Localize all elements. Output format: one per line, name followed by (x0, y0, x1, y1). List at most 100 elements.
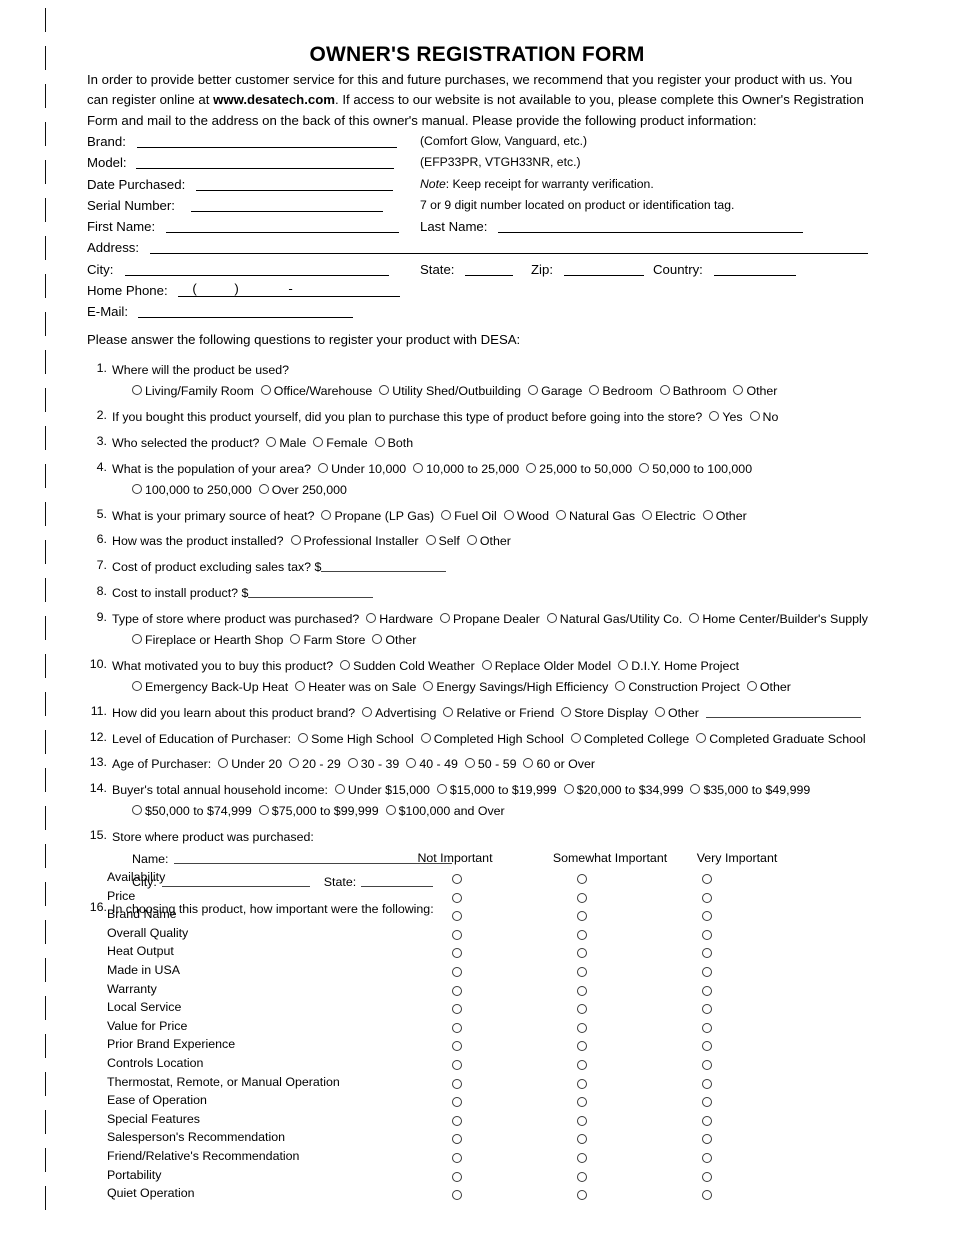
radio-circle-icon[interactable] (561, 706, 572, 717)
radio-circle-icon[interactable] (452, 892, 462, 903)
last-name-input[interactable] (498, 218, 804, 234)
radio-circle-icon[interactable] (528, 385, 539, 396)
matrix-radio-cell[interactable] (452, 1171, 462, 1182)
matrix-radio-cell[interactable] (452, 1097, 462, 1108)
radio-circle-icon[interactable] (258, 805, 269, 816)
radio-circle-icon[interactable] (452, 1041, 462, 1052)
matrix-radio-cell[interactable] (577, 1097, 587, 1108)
radio-option[interactable]: Other (466, 534, 511, 548)
radio-option[interactable]: Bathroom (659, 384, 726, 398)
radio-option[interactable]: Natural Gas (555, 509, 635, 523)
radio-option[interactable]: Professional Installer (290, 534, 419, 548)
radio-circle-icon[interactable] (290, 633, 301, 644)
radio-circle-icon[interactable] (258, 483, 269, 494)
radio-option[interactable]: Other (733, 384, 777, 398)
radio-option[interactable]: Energy Savings/High Efficiency (423, 680, 608, 694)
matrix-radio-cell[interactable] (452, 1004, 462, 1015)
radio-option[interactable]: Self (425, 534, 460, 548)
radio-circle-icon[interactable] (689, 612, 700, 623)
matrix-radio-cell[interactable] (702, 1059, 712, 1070)
radio-circle-icon[interactable] (690, 784, 701, 795)
radio-option[interactable]: $15,000 to $19,999 (436, 783, 557, 797)
radio-option[interactable]: Male (266, 436, 306, 450)
matrix-radio-cell[interactable] (702, 985, 712, 996)
radio-option[interactable]: Garage (528, 384, 582, 398)
matrix-radio-cell[interactable] (452, 911, 462, 922)
radio-option[interactable]: Other (654, 706, 699, 720)
radio-option[interactable]: Construction Project (615, 680, 740, 694)
radio-option[interactable]: Living/Family Room (132, 384, 254, 398)
radio-circle-icon[interactable] (464, 758, 475, 769)
radio-option[interactable]: Fireplace or Hearth Shop (132, 633, 283, 647)
radio-option[interactable]: 100,000 to 250,000 (132, 483, 252, 497)
radio-option[interactable]: Completed College (570, 732, 689, 746)
radio-option[interactable]: Other (372, 633, 416, 647)
matrix-radio-cell[interactable] (702, 1004, 712, 1015)
radio-option[interactable]: Over 250,000 (258, 483, 347, 497)
matrix-radio-cell[interactable] (452, 1041, 462, 1052)
radio-circle-icon[interactable] (503, 509, 514, 520)
radio-circle-icon[interactable] (366, 612, 377, 623)
matrix-radio-cell[interactable] (577, 911, 587, 922)
radio-circle-icon[interactable] (423, 680, 434, 691)
matrix-radio-cell[interactable] (577, 966, 587, 977)
radio-circle-icon[interactable] (318, 462, 329, 473)
matrix-radio-cell[interactable] (452, 874, 462, 884)
matrix-radio-cell[interactable] (577, 1190, 587, 1201)
radio-circle-icon[interactable] (334, 784, 345, 795)
radio-circle-icon[interactable] (452, 911, 462, 922)
matrix-radio-cell[interactable] (702, 1078, 712, 1089)
radio-circle-icon[interactable] (321, 509, 332, 520)
matrix-radio-cell[interactable] (577, 1022, 587, 1033)
radio-option[interactable]: 40 - 49 (406, 757, 458, 771)
radio-circle-icon[interactable] (218, 758, 229, 769)
radio-option[interactable]: Farm Store (290, 633, 365, 647)
radio-circle-icon[interactable] (702, 1059, 712, 1070)
zip-input[interactable] (563, 261, 644, 276)
radio-option[interactable]: Propane Dealer (439, 612, 540, 626)
radio-option[interactable]: Store Display (561, 706, 648, 720)
radio-option[interactable]: 10,000 to 25,000 (413, 462, 519, 476)
radio-circle-icon[interactable] (452, 1134, 462, 1145)
radio-circle-icon[interactable] (563, 784, 574, 795)
radio-circle-icon[interactable] (452, 1152, 462, 1163)
radio-option[interactable]: Advertising (362, 706, 436, 720)
radio-option[interactable]: 50,000 to 100,000 (639, 462, 752, 476)
matrix-radio-cell[interactable] (577, 948, 587, 959)
radio-circle-icon[interactable] (577, 948, 587, 959)
radio-circle-icon[interactable] (702, 1190, 712, 1201)
radio-circle-icon[interactable] (577, 1152, 587, 1163)
email-input[interactable] (137, 303, 353, 319)
radio-circle-icon[interactable] (379, 385, 390, 396)
radio-option[interactable]: Office/Warehouse (260, 384, 372, 398)
radio-circle-icon[interactable] (347, 758, 358, 769)
radio-circle-icon[interactable] (374, 436, 385, 447)
radio-option[interactable]: Both (374, 436, 413, 450)
radio-circle-icon[interactable] (702, 1134, 712, 1145)
radio-circle-icon[interactable] (481, 659, 492, 670)
matrix-radio-cell[interactable] (577, 1134, 587, 1145)
radio-option[interactable]: Completed Graduate School (696, 732, 866, 746)
radio-circle-icon[interactable] (749, 411, 760, 421)
radio-circle-icon[interactable] (702, 874, 712, 884)
matrix-radio-cell[interactable] (452, 1190, 462, 1201)
radio-circle-icon[interactable] (439, 612, 450, 623)
matrix-radio-cell[interactable] (702, 1152, 712, 1163)
radio-circle-icon[interactable] (577, 911, 587, 922)
first-name-input[interactable] (165, 218, 399, 234)
radio-option[interactable]: Propane (LP Gas) (321, 509, 434, 523)
radio-option[interactable]: Relative or Friend (443, 706, 554, 720)
matrix-radio-cell[interactable] (577, 892, 587, 903)
radio-circle-icon[interactable] (526, 462, 537, 473)
radio-circle-icon[interactable] (577, 1097, 587, 1108)
radio-circle-icon[interactable] (702, 929, 712, 940)
radio-circle-icon[interactable] (295, 680, 306, 691)
radio-option[interactable]: Other (746, 680, 791, 694)
radio-circle-icon[interactable] (452, 1171, 462, 1182)
radio-option[interactable]: Completed High School (420, 732, 564, 746)
radio-circle-icon[interactable] (702, 1115, 712, 1126)
matrix-radio-cell[interactable] (452, 929, 462, 940)
radio-option[interactable]: $50,000 to $74,999 (132, 804, 252, 818)
radio-circle-icon[interactable] (696, 732, 707, 743)
radio-option[interactable]: Yes (709, 410, 743, 424)
